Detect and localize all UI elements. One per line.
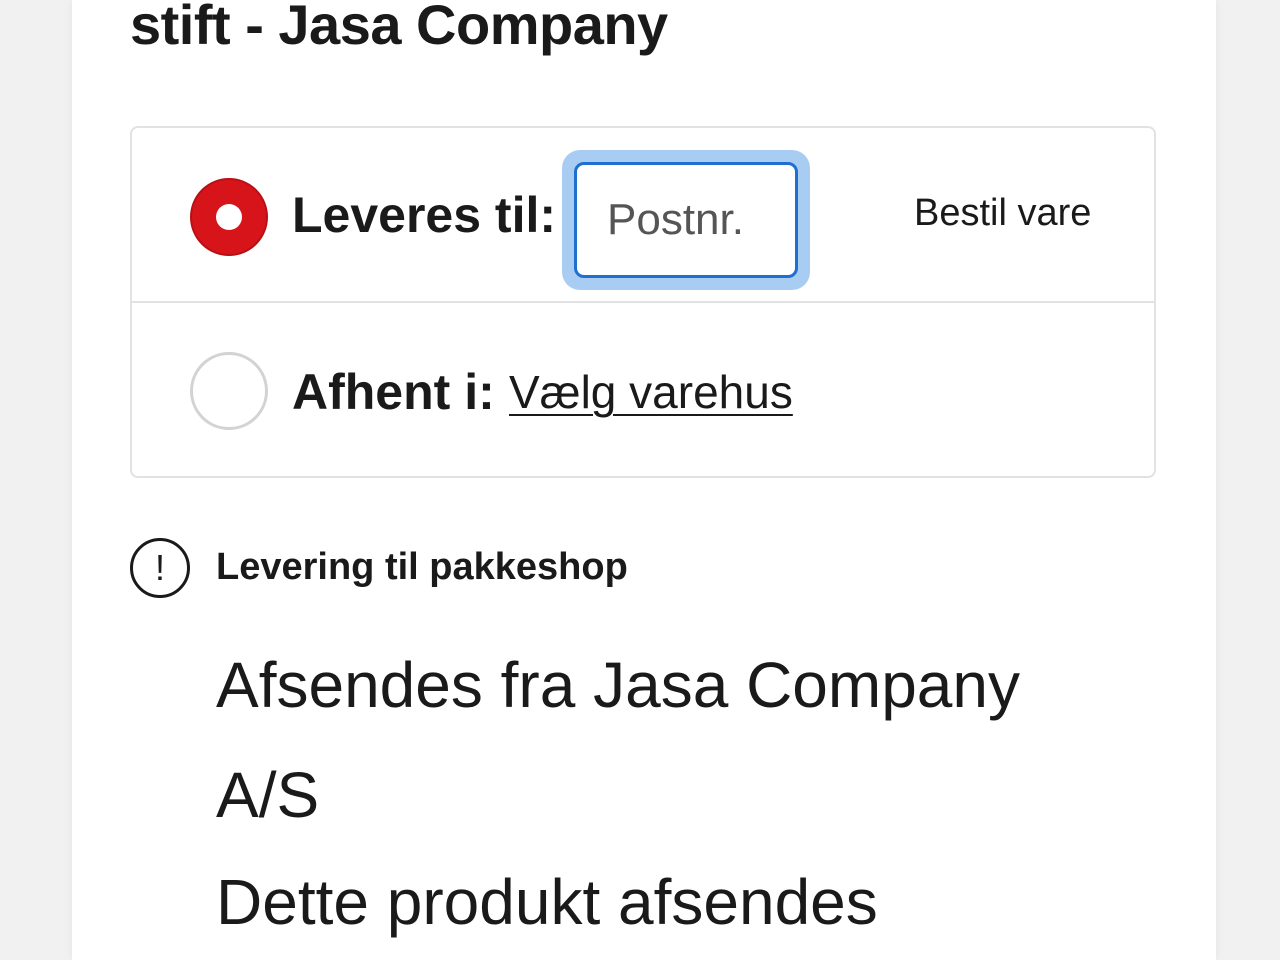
postcode-input[interactable] (574, 162, 798, 278)
postcode-focus-ring (562, 150, 810, 290)
product-page: stift - Jasa Company Leveres til: Bestil… (72, 0, 1216, 960)
deliver-radio-selected-icon[interactable] (190, 178, 268, 256)
pickup-label: Afhent i: (292, 364, 495, 420)
shipping-origin-heading: Afsendes fra Jasa Company A/S (216, 649, 1020, 831)
product-title: stift - Jasa Company (130, 0, 668, 56)
order-item-button[interactable]: Bestil vare (914, 192, 1091, 235)
delivery-option-pickup[interactable]: Afhent i: Vælg varehus (132, 303, 1154, 478)
delivery-option-deliver[interactable]: Leveres til: Bestil vare (132, 128, 1154, 303)
delivery-options-box: Leveres til: Bestil vare Afhent i: Vælg … (130, 126, 1156, 478)
shipping-description: Dette produkt afsendes (216, 866, 878, 938)
pakkeshop-notice: Levering til pakkeshop (216, 546, 628, 588)
exclamation-circle-icon: ! (130, 538, 190, 598)
deliver-label: Leveres til: (292, 187, 557, 243)
radio-dot (216, 204, 242, 230)
choose-store-link[interactable]: Vælg varehus (509, 365, 793, 419)
pickup-radio-icon[interactable] (190, 352, 268, 430)
